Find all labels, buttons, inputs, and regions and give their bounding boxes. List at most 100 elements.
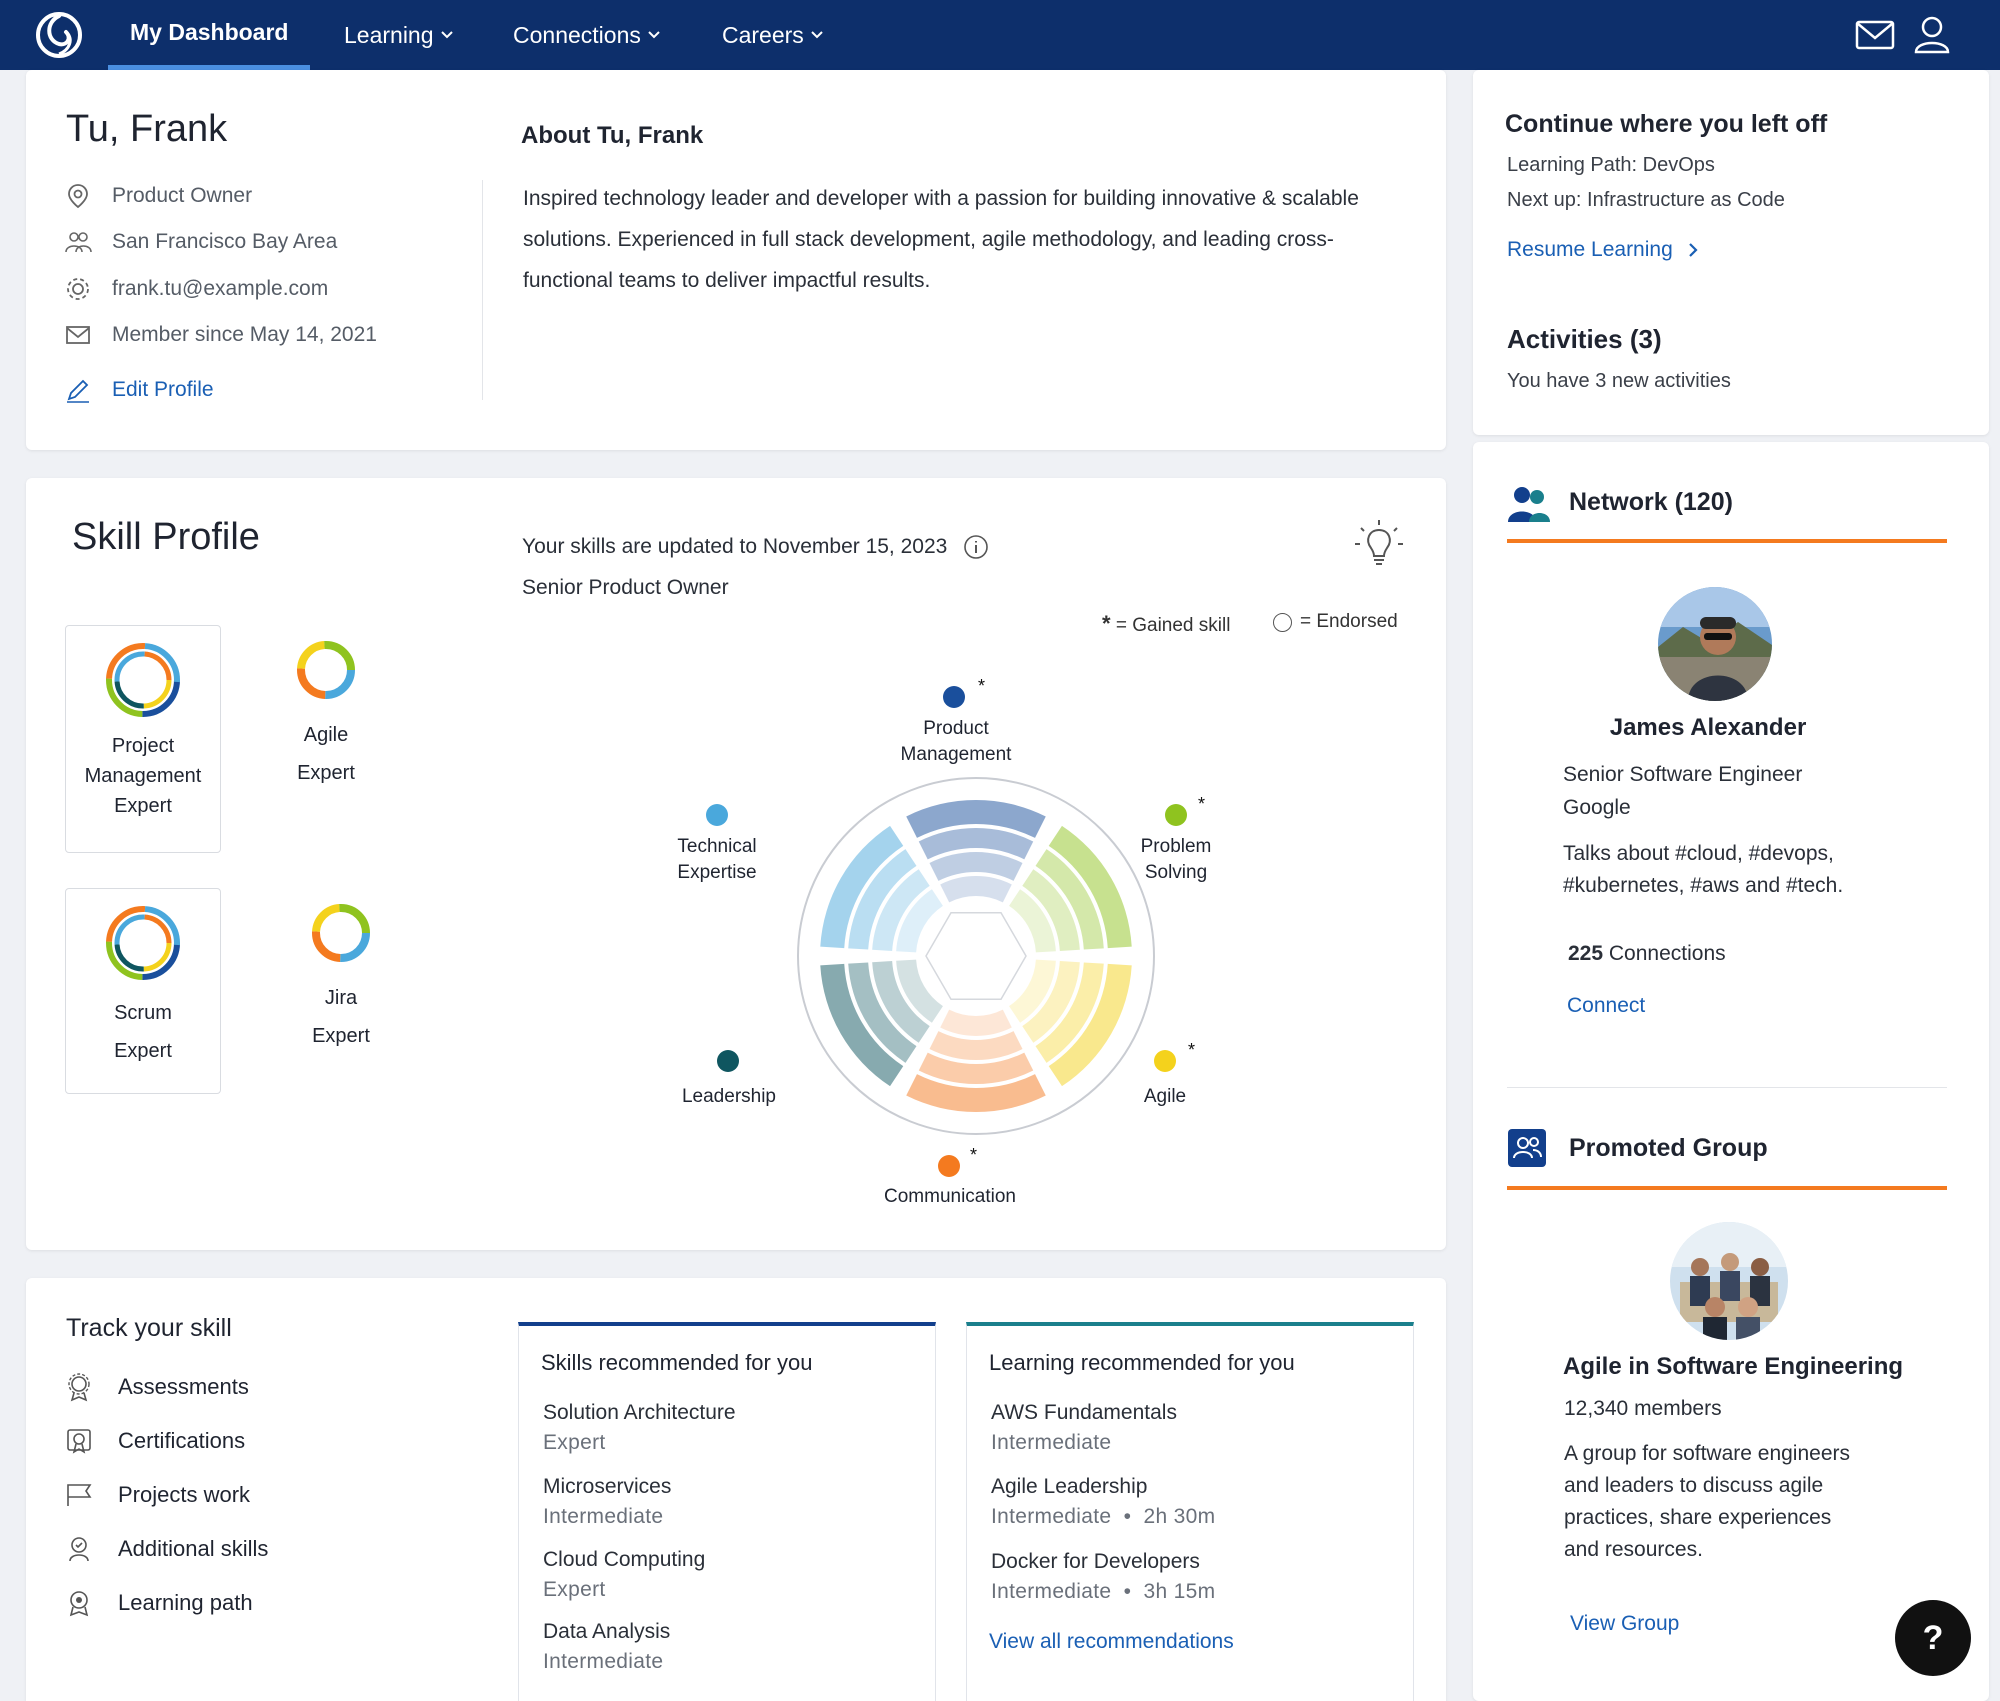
chevron-down-icon bbox=[811, 31, 823, 39]
profile-name: Tu, Frank bbox=[66, 108, 228, 150]
learning-path-icon bbox=[69, 1591, 89, 1617]
track-projects-work[interactable]: Projects work bbox=[64, 1480, 250, 1510]
continue-title: Continue where you left off bbox=[1505, 110, 1828, 138]
endorsed-circle-icon bbox=[1273, 612, 1292, 632]
user-icon[interactable] bbox=[1910, 12, 1954, 56]
skill-wheel bbox=[797, 777, 1155, 1135]
skill-dot-agile[interactable] bbox=[1154, 1050, 1176, 1072]
network-card: Network (120) James Alexander Senior Sof… bbox=[1473, 442, 1989, 1701]
skills-reco-item[interactable]: Microservices Intermediate bbox=[543, 1472, 671, 1532]
group-members: 12,340 members bbox=[1564, 1397, 1722, 1420]
connect-button[interactable]: Connect bbox=[1567, 994, 1645, 1018]
continue-next: Next up: Infrastructure as Code bbox=[1507, 189, 1785, 211]
continue-path: Learning Path: DevOps bbox=[1507, 154, 1715, 176]
learning-reco-item[interactable]: AWS Fundamentals Intermediate bbox=[991, 1398, 1177, 1458]
profile-card: Tu, Frank Product Owner San Francisco Ba… bbox=[26, 70, 1446, 450]
app-logo-icon[interactable] bbox=[34, 10, 84, 60]
person-title: Senior Software Engineer Google bbox=[1563, 763, 1803, 819]
network-underline bbox=[1507, 539, 1947, 543]
envelope-icon bbox=[66, 326, 90, 344]
gained-star: * bbox=[978, 676, 986, 696]
learning-reco-item[interactable]: Docker for Developers Intermediate • 3h … bbox=[991, 1547, 1215, 1607]
track-learning-path[interactable]: Learning path bbox=[64, 1588, 253, 1618]
view-group-link[interactable]: View Group bbox=[1570, 1612, 1679, 1636]
wheel-center-hexagon bbox=[925, 911, 1027, 1001]
learning-reco-item[interactable]: Agile Leadership Intermediate • 2h 30m bbox=[991, 1472, 1215, 1532]
track-certifications[interactable]: Certifications bbox=[64, 1426, 245, 1456]
skills-reco-item[interactable]: Data Analysis Intermediate bbox=[543, 1617, 670, 1677]
badge-agile[interactable]: Agile Expert bbox=[266, 625, 386, 853]
wheel-ring-band bbox=[940, 1009, 1012, 1036]
edit-profile-link[interactable]: Edit Profile bbox=[64, 376, 214, 404]
segment-label-problem-solving: Problem Solving bbox=[1140, 836, 1212, 883]
badge-donut-icon bbox=[106, 906, 180, 980]
chevron-right-icon bbox=[1688, 243, 1698, 257]
mail-icon[interactable] bbox=[1853, 12, 1897, 56]
track-card: Track your skill Assessments Certificati… bbox=[26, 1278, 1446, 1701]
nav-careers[interactable]: Careers bbox=[722, 0, 824, 70]
info-icon[interactable] bbox=[963, 534, 989, 560]
badge-donut-icon bbox=[297, 641, 355, 699]
skills-reco-title: Skills recommended for you bbox=[541, 1350, 813, 1375]
badge-donut-icon bbox=[312, 904, 370, 962]
resume-learning-link[interactable]: Resume Learning bbox=[1507, 238, 1699, 262]
segment-label-communication: Communication bbox=[884, 1186, 1016, 1207]
certificate-icon bbox=[67, 1429, 91, 1454]
skill-dot-technical-expertise[interactable] bbox=[706, 804, 728, 826]
badge-jira[interactable]: Jira Expert bbox=[281, 888, 401, 1094]
divider bbox=[1507, 1087, 1947, 1088]
group-image[interactable] bbox=[1670, 1222, 1788, 1340]
promoted-group-title: Promoted Group bbox=[1569, 1134, 1768, 1162]
about-text: Inspired technology leader and developer… bbox=[523, 187, 1359, 292]
assessment-icon bbox=[68, 1373, 90, 1402]
skills-reco-item[interactable]: Solution Architecture Expert bbox=[543, 1398, 736, 1458]
help-button[interactable]: ? bbox=[1895, 1600, 1971, 1676]
connections-count: 225 Connections bbox=[1568, 942, 1726, 965]
about-title: About Tu, Frank bbox=[521, 122, 704, 149]
lightbulb-icon[interactable] bbox=[1351, 518, 1407, 574]
track-assessments[interactable]: Assessments bbox=[64, 1372, 249, 1402]
badge-project-management[interactable]: Project Management Expert bbox=[65, 625, 221, 853]
segment-label-leadership: Leadership bbox=[681, 1086, 777, 1107]
nav-connections[interactable]: Connections bbox=[513, 0, 661, 70]
learning-reco-title: Learning recommended for you bbox=[989, 1350, 1295, 1375]
group-name[interactable]: Agile in Software Engineering bbox=[1563, 1353, 1903, 1381]
group-underline bbox=[1507, 1186, 1947, 1190]
divider bbox=[482, 180, 483, 400]
badge-donut-icon bbox=[106, 643, 180, 717]
skills-updated-row: Your skills are updated to November 15, … bbox=[522, 534, 989, 560]
gear-icon bbox=[67, 278, 89, 300]
skills-icon bbox=[69, 1537, 89, 1562]
skills-recommended-panel: Skills recommended for you Solution Arch… bbox=[518, 1322, 936, 1701]
nav-learning[interactable]: Learning bbox=[344, 0, 454, 70]
people-icon bbox=[1508, 487, 1550, 522]
skill-dot-leadership[interactable] bbox=[717, 1050, 739, 1072]
track-title: Track your skill bbox=[66, 1314, 232, 1342]
network-title: Network (120) bbox=[1569, 488, 1733, 516]
activities-text[interactable]: You have 3 new activities bbox=[1507, 370, 1731, 393]
view-all-recommendations-link[interactable]: View all recommendations bbox=[989, 1630, 1234, 1654]
chevron-down-icon bbox=[440, 31, 453, 39]
legend-endorsed: = Endorsed bbox=[1273, 611, 1398, 633]
nav-my-dashboard[interactable]: My Dashboard bbox=[108, 0, 311, 70]
skill-dot-problem-solving[interactable] bbox=[1165, 804, 1187, 826]
continue-card: Continue where you left off Learning Pat… bbox=[1473, 70, 1989, 435]
wheel-ring-band bbox=[940, 876, 1012, 903]
profile-email-row: frank.tu@example.com bbox=[64, 275, 328, 303]
gained-star: * bbox=[1198, 794, 1206, 814]
location-pin-icon bbox=[68, 184, 88, 209]
flag-icon bbox=[67, 1484, 92, 1506]
person-name[interactable]: James Alexander bbox=[1473, 714, 1943, 742]
skill-dot-communication[interactable] bbox=[938, 1155, 960, 1177]
skill-dot-product-management[interactable] bbox=[943, 686, 965, 708]
avatar[interactable] bbox=[1658, 587, 1772, 701]
segment-label-agile: Agile bbox=[1143, 1086, 1187, 1107]
legend-gained: * = Gained skill bbox=[1102, 611, 1231, 636]
skills-reco-item[interactable]: Cloud Computing Expert bbox=[543, 1545, 705, 1605]
group-badge-icon bbox=[1508, 1129, 1546, 1167]
chevron-down-icon bbox=[648, 31, 660, 39]
skill-profile-card: Skill Profile Your skills are updated to… bbox=[26, 478, 1446, 1250]
badge-scrum[interactable]: Scrum Expert bbox=[65, 888, 221, 1094]
track-additional-skills[interactable]: Additional skills bbox=[64, 1534, 268, 1564]
skill-level: Senior Product Owner bbox=[522, 576, 729, 599]
